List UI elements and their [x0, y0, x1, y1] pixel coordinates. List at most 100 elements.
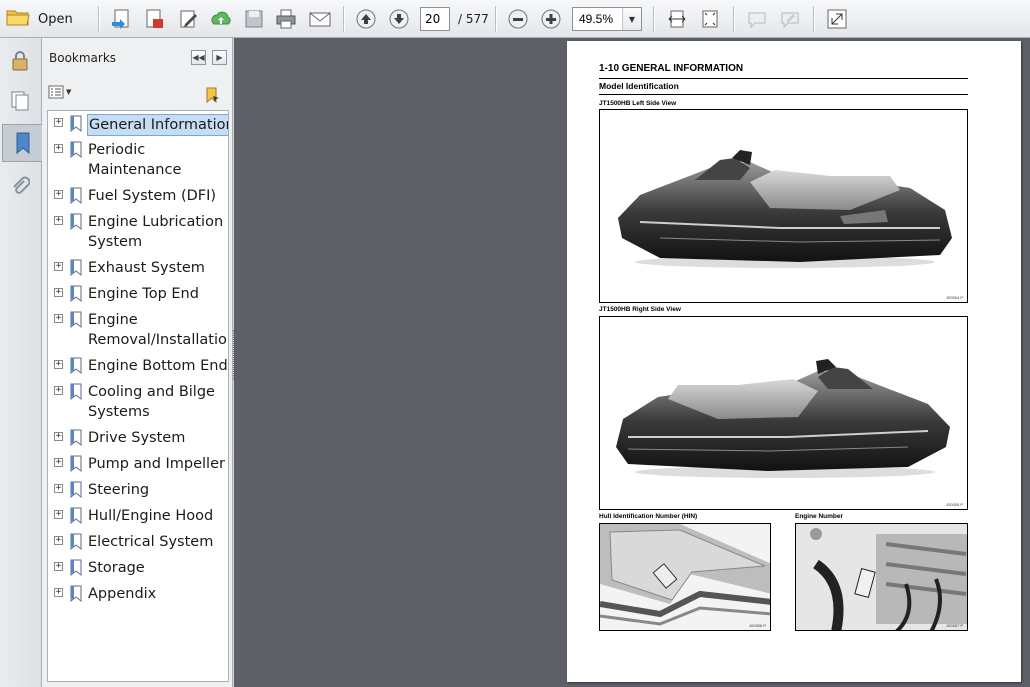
page-total: / 577: [458, 12, 489, 26]
bookmark-icon: [69, 357, 83, 379]
bookmark-label: Engine Lubrication System: [88, 214, 224, 250]
next-page-icon[interactable]: [386, 6, 412, 32]
bookmark-icon: [69, 213, 83, 235]
expand-toggle-icon[interactable]: +: [54, 432, 63, 441]
bookmark-icon: [69, 429, 83, 451]
figure-caption-hin: Hull Identification Number (HIN): [599, 513, 698, 520]
collapse-panel-icon[interactable]: ◀◀: [191, 50, 206, 65]
expand-toggle-icon[interactable]: +: [54, 386, 63, 395]
zoom-dropdown-arrow[interactable]: ▼: [622, 8, 641, 30]
edit-icon[interactable]: [175, 6, 201, 32]
figure-code: J00306 P: [749, 623, 766, 628]
print-icon[interactable]: [273, 6, 299, 32]
lock-icon[interactable]: [4, 42, 36, 80]
expand-toggle-icon[interactable]: +: [54, 216, 63, 225]
bookmark-label: Drive System: [88, 430, 186, 446]
bookmark-icon: [69, 383, 83, 405]
bookmark-label: Hull/Engine Hood: [88, 508, 214, 524]
bookmark-icon: [69, 559, 83, 581]
folder-icon: [6, 7, 30, 31]
expand-toggle-icon[interactable]: +: [54, 144, 63, 153]
options-menu-button[interactable]: ▼: [48, 85, 71, 99]
expand-toggle-icon[interactable]: +: [54, 314, 63, 323]
bookmark-label: Appendix: [88, 586, 157, 602]
bookmark-label: Cooling and Bilge Systems: [88, 384, 215, 420]
figure-caption-right-side: JT1500HB Right Side View: [599, 306, 681, 313]
bookmark-icon: [69, 311, 83, 333]
bookmark-icon: [69, 187, 83, 209]
bookmark-label: Steering: [88, 482, 150, 498]
figure-code: J00305 P: [946, 502, 963, 507]
bookmark-label: Engine Bottom End: [88, 358, 228, 374]
open-button[interactable]: Open: [6, 5, 84, 33]
bookmark-label: Periodic Maintenance: [88, 142, 182, 178]
expand-toggle-icon[interactable]: +: [54, 288, 63, 297]
panel-title: Bookmarks: [49, 51, 117, 65]
bookmark-label: Fuel System (DFI): [88, 188, 217, 204]
expand-toggle-icon[interactable]: +: [54, 458, 63, 467]
bookmark-icon: [69, 115, 83, 137]
expand-toggle-icon[interactable]: +: [54, 510, 63, 519]
page-number-input[interactable]: [420, 7, 450, 31]
expand-toggle-icon[interactable]: +: [54, 190, 63, 199]
document-view[interactable]: 1-10 GENERAL INFORMATION Model Identific…: [234, 38, 1030, 687]
bookmark-label: Electrical System: [88, 534, 214, 550]
zoom-in-icon[interactable]: [538, 6, 564, 32]
panel-menu-icon[interactable]: ▶: [212, 50, 227, 65]
bookmark-icon: [69, 585, 83, 607]
bookmarks-panel: Bookmarks ◀◀ ▶ ▼ + General Information + Pe…: [42, 38, 233, 687]
create-pdf-icon[interactable]: [108, 6, 134, 32]
upload-icon[interactable]: [208, 6, 234, 32]
bookmark-label: General Information: [87, 114, 228, 136]
bookmark-label: Exhaust System: [88, 260, 205, 276]
export-pdf-icon[interactable]: [141, 6, 167, 32]
bookmark-icon: [69, 507, 83, 529]
bookmark-label: Engine Removal/Installation: [88, 312, 229, 348]
previous-page-icon[interactable]: [353, 6, 379, 32]
expand-toggle-icon[interactable]: +: [54, 118, 63, 127]
expand-toggle-icon[interactable]: +: [54, 588, 63, 597]
bookmark-label: Storage: [88, 560, 145, 576]
expand-toggle-icon[interactable]: +: [54, 360, 63, 369]
expand-icon[interactable]: [824, 6, 850, 32]
figure-caption-engine-number: Engine Number: [795, 513, 844, 520]
expand-toggle-icon[interactable]: +: [54, 484, 63, 493]
page-subheading: Model Identification: [599, 81, 679, 91]
expand-toggle-icon[interactable]: +: [54, 536, 63, 545]
engine-number-image: J00307 P: [795, 523, 968, 631]
bookmark-icon: [69, 481, 83, 503]
hull-id-image: J00306 P: [599, 523, 771, 631]
bookmark-icon: [69, 259, 83, 281]
options-icon: [48, 85, 64, 99]
navigation-rail: [0, 38, 42, 687]
bookmarks-panel-icon[interactable]: [2, 124, 42, 162]
open-label: Open: [38, 11, 73, 27]
expand-toggle-icon[interactable]: +: [54, 262, 63, 271]
pdf-page: 1-10 GENERAL INFORMATION Model Identific…: [567, 41, 1021, 682]
email-icon[interactable]: [307, 6, 333, 32]
expand-bookmark-icon[interactable]: [203, 86, 221, 108]
bookmark-icon: [69, 533, 83, 555]
bookmark-icon: [69, 455, 83, 477]
sign-icon[interactable]: [777, 6, 803, 32]
fit-page-icon[interactable]: [697, 6, 723, 32]
comment-icon[interactable]: [744, 6, 770, 32]
bookmark-tree: + General Information + Periodic Maintenanc…: [47, 110, 229, 682]
figure-code: J00304 P: [946, 295, 963, 300]
bookmark-icon: [69, 285, 83, 307]
left-side-view-image: J00304 P: [599, 109, 968, 303]
bookmark-icon: [69, 141, 83, 163]
pages-icon[interactable]: [4, 82, 36, 120]
figure-caption-left-side: JT1500HB Left Side View: [599, 100, 677, 107]
expand-toggle-icon[interactable]: +: [54, 562, 63, 571]
right-side-view-image: J00305 P: [599, 316, 968, 510]
bookmark-label: Pump and Impeller: [88, 456, 225, 472]
page-heading: 1-10 GENERAL INFORMATION: [599, 63, 744, 74]
bookmark-label: Engine Top End: [88, 286, 199, 302]
figure-code: J00307 P: [946, 623, 963, 628]
save-icon[interactable]: [241, 6, 267, 32]
main-toolbar: Open / 577 ▼: [0, 0, 1030, 38]
fit-width-icon[interactable]: [664, 6, 690, 32]
attachments-icon[interactable]: [4, 168, 36, 206]
zoom-out-icon[interactable]: [505, 6, 531, 32]
